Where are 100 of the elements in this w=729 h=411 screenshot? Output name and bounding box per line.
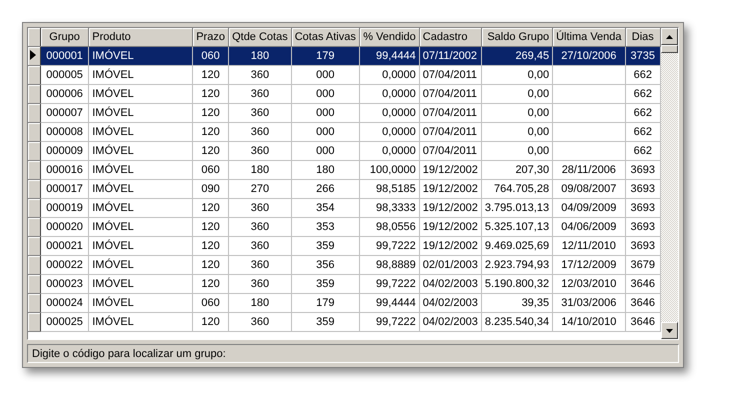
table-cell: 360 [228, 104, 292, 122]
scroll-thumb[interactable] [661, 45, 678, 53]
table-cell: 120 [192, 84, 229, 104]
table-cell: 19/12/2002 [419, 236, 482, 256]
column-header[interactable]: Prazo [192, 28, 229, 46]
table-cell: 000022 [40, 256, 89, 274]
table-cell: 360 [228, 312, 292, 332]
table-cell: 07/04/2011 [419, 84, 482, 104]
table-cell: 99,4444 [359, 46, 420, 66]
table-cell: 359 [291, 274, 360, 294]
table-cell: 5.190.800,32 [481, 274, 553, 294]
row-indicator[interactable] [28, 218, 40, 236]
column-header[interactable]: Grupo [40, 28, 89, 46]
row-indicator[interactable] [28, 104, 40, 122]
row-indicator[interactable] [28, 66, 40, 84]
row-indicator[interactable] [28, 274, 40, 294]
table-cell: 04/02/2003 [419, 294, 482, 312]
table-cell: IMÓVEL [88, 256, 193, 274]
table-cell: 9.469.025,69 [481, 236, 553, 256]
column-header[interactable]: Produto [88, 28, 193, 46]
table-cell: 360 [228, 198, 292, 218]
table-cell: 000 [291, 84, 360, 104]
row-indicator[interactable] [28, 142, 40, 160]
table-cell: 000021 [40, 236, 89, 256]
column-header[interactable]: Última Venda [552, 28, 626, 46]
row-indicator[interactable] [28, 180, 40, 198]
row-indicator[interactable] [28, 294, 40, 312]
table-cell: 000 [291, 104, 360, 122]
table-cell: 0,0000 [359, 122, 420, 142]
column-header[interactable]: Qtde Cotas [228, 28, 292, 46]
table-cell: 0,00 [481, 84, 553, 104]
row-indicator[interactable] [28, 256, 40, 274]
column-header[interactable]: Saldo Grupo [481, 28, 553, 46]
table-cell: 17/12/2009 [552, 256, 626, 274]
table-cell: 2.923.794,93 [481, 256, 553, 274]
table-cell: 120 [192, 256, 229, 274]
table-cell: 27/10/2006 [552, 46, 626, 66]
table-cell: 8.235.540,34 [481, 312, 553, 332]
table-cell: 000007 [40, 104, 89, 122]
status-text: Digite o código para localizar um grupo: [32, 348, 226, 360]
table-cell: 000 [291, 122, 360, 142]
table-cell: 07/04/2011 [419, 142, 482, 160]
table-cell: 000019 [40, 198, 89, 218]
table-cell: 99,7222 [359, 236, 420, 256]
table-cell: 266 [291, 180, 360, 198]
table-cell: 19/12/2002 [419, 160, 482, 180]
table-cell: 120 [192, 104, 229, 122]
table-cell: 000009 [40, 142, 89, 160]
table-cell: 360 [228, 218, 292, 236]
table-cell: 354 [291, 198, 360, 218]
table-cell: 07/11/2002 [419, 46, 482, 66]
table-cell: 000005 [40, 66, 89, 84]
table-cell: 07/04/2011 [419, 104, 482, 122]
table-cell: 19/12/2002 [419, 198, 482, 218]
vertical-scrollbar[interactable] [661, 28, 678, 340]
current-row-icon [30, 50, 36, 60]
table-cell: IMÓVEL [88, 180, 193, 198]
table-cell: 060 [192, 160, 229, 180]
row-indicator[interactable] [28, 198, 40, 218]
table-cell: 04/06/2009 [552, 218, 626, 236]
table-cell: 0,0000 [359, 66, 420, 84]
column-header[interactable]: Cotas Ativas [291, 28, 360, 46]
table-cell: 07/04/2011 [419, 66, 482, 84]
table-cell: 120 [192, 66, 229, 84]
table-cell: 04/02/2003 [419, 274, 482, 294]
table-cell: 000017 [40, 180, 89, 198]
table-cell: 98,3333 [359, 198, 420, 218]
table-cell: 360 [228, 236, 292, 256]
row-indicator[interactable] [28, 122, 40, 142]
scroll-up-button[interactable] [661, 28, 678, 45]
row-indicator[interactable] [28, 236, 40, 256]
table-cell: 100,0000 [359, 160, 420, 180]
table-cell: 060 [192, 294, 229, 312]
up-arrow-icon [666, 34, 673, 38]
table-cell: 0,00 [481, 142, 553, 160]
scroll-down-button[interactable] [661, 322, 678, 340]
table-cell: 120 [192, 122, 229, 142]
table-cell: 359 [291, 236, 360, 256]
table-cell: 98,5185 [359, 180, 420, 198]
table-cell: 98,8889 [359, 256, 420, 274]
table-cell: 0,00 [481, 66, 553, 84]
row-indicator[interactable] [28, 84, 40, 104]
table-cell: 120 [192, 312, 229, 332]
table-cell: 0,0000 [359, 84, 420, 104]
table-cell: 180 [291, 160, 360, 180]
column-header[interactable]: Cadastro [419, 28, 482, 46]
table-cell: IMÓVEL [88, 274, 193, 294]
row-indicator[interactable] [28, 160, 40, 180]
table-cell: 39,35 [481, 294, 553, 312]
table-cell: 5.325.107,13 [481, 218, 553, 236]
table-cell: IMÓVEL [88, 218, 193, 236]
row-indicator[interactable] [28, 46, 40, 66]
table-cell: IMÓVEL [88, 104, 193, 122]
column-header[interactable]: Dias [625, 28, 660, 46]
table-cell: 269,45 [481, 46, 553, 66]
table-cell: 0,0000 [359, 104, 420, 122]
table-cell: 356 [291, 256, 360, 274]
column-header[interactable]: % Vendido [359, 28, 420, 46]
row-indicator[interactable] [28, 312, 40, 332]
table-cell: 360 [228, 66, 292, 84]
